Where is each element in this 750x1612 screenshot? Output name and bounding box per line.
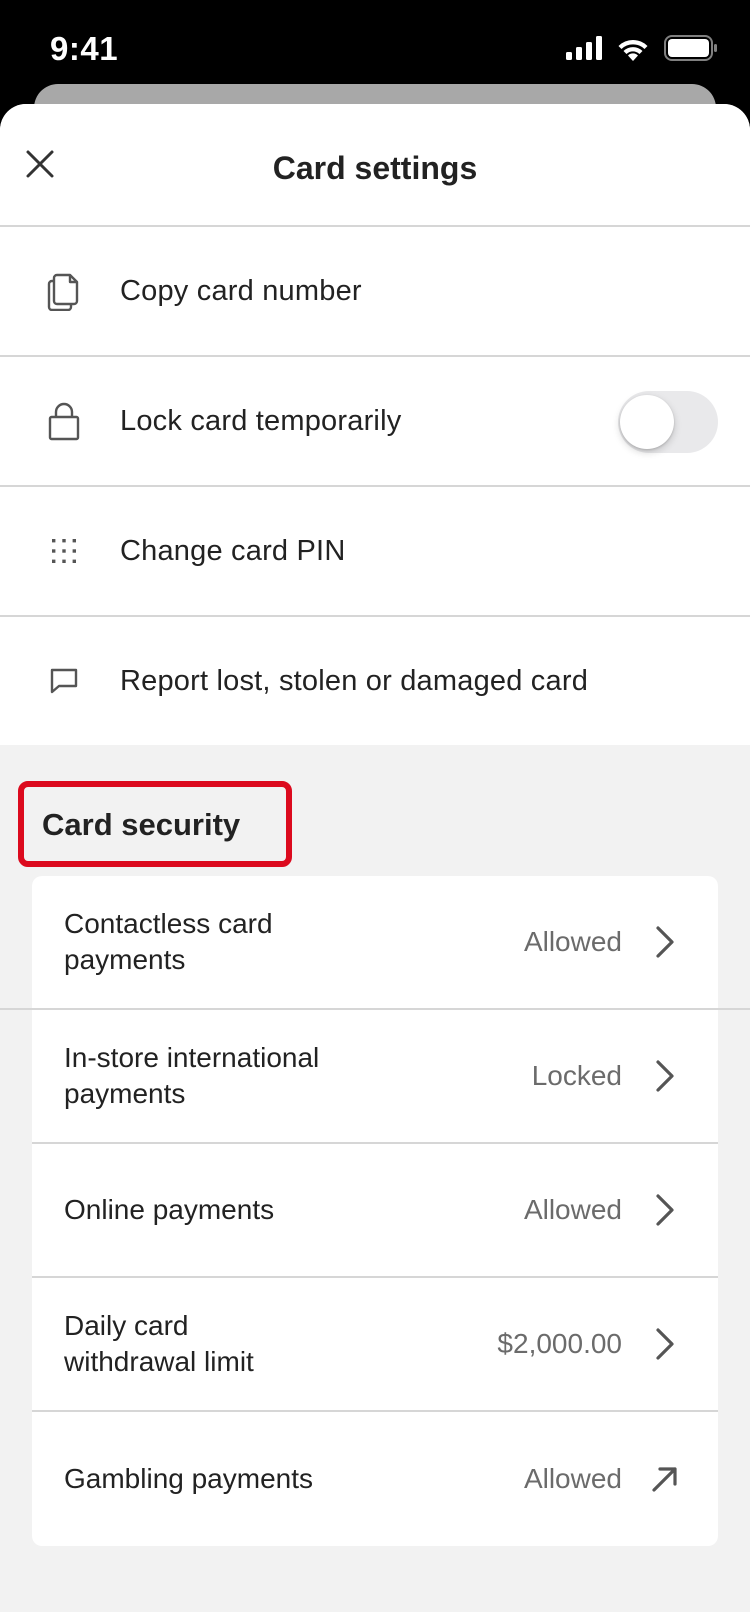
row-value: Allowed [523,1194,622,1225]
card-security-highlight: Card security [18,781,292,867]
lock-card-row: Lock card temporarily [0,357,750,487]
withdrawal-limit-row[interactable]: Daily card withdrawal limit $2,000.00 [32,1278,718,1412]
copy-card-number-row[interactable]: Copy card number [0,227,750,357]
chevron-right-icon [650,1058,680,1094]
lock-card-toggle[interactable] [618,391,718,453]
row-label: Online payments [64,1194,275,1225]
online-payments-row[interactable]: Online payments Allowed [32,1144,718,1278]
row-value: $2,000.00 [497,1328,622,1359]
sheet-header: Card settings [0,104,750,227]
keypad-icon [44,531,84,571]
page-title: Card settings [272,150,478,186]
status-icons [566,34,718,66]
status-time: 9:41 [50,30,119,67]
toggle-knob [620,395,674,449]
gambling-payments-row[interactable]: Gambling payments Allowed [32,1412,718,1546]
international-payments-row[interactable]: In-store international payments Locked [32,1010,718,1144]
card-actions-list: Copy card number Lock card temporarily C… [0,227,750,745]
cellular-signal-icon [566,35,602,65]
wifi-icon [616,35,650,66]
card-settings-sheet: Card settings Copy card number Lock card… [0,104,750,1612]
report-card-label: Report lost, stolen or damaged card [120,664,589,697]
row-label: Daily card withdrawal limit [64,1310,254,1377]
row-value: Allowed [523,926,622,957]
chevron-right-icon [650,1192,680,1228]
status-bar: 9:41 [0,0,750,90]
row-label: Contactless card payments [64,908,273,975]
row-label: In-store international payments [64,1042,320,1109]
chevron-right-icon [650,1326,680,1362]
message-icon [44,661,84,701]
section-title: Card security [42,807,241,842]
chevron-right-icon [650,924,680,960]
copy-card-number-label: Copy card number [120,274,362,307]
lock-icon [44,401,84,441]
card-security-list: Contactless card payments Allowed In-sto… [0,876,750,1546]
external-arrow-icon [650,1461,680,1497]
change-pin-row[interactable]: Change card PIN [0,487,750,617]
lock-card-label: Lock card temporarily [120,404,402,437]
contactless-payments-row[interactable]: Contactless card payments Allowed [0,876,750,1010]
row-value: Locked [531,1060,622,1091]
row-value: Allowed [523,1463,622,1494]
copy-icon [44,271,84,311]
row-label: Gambling payments [64,1463,314,1494]
change-pin-label: Change card PIN [120,534,346,567]
battery-icon [664,34,718,66]
report-card-row[interactable]: Report lost, stolen or damaged card [0,617,750,745]
